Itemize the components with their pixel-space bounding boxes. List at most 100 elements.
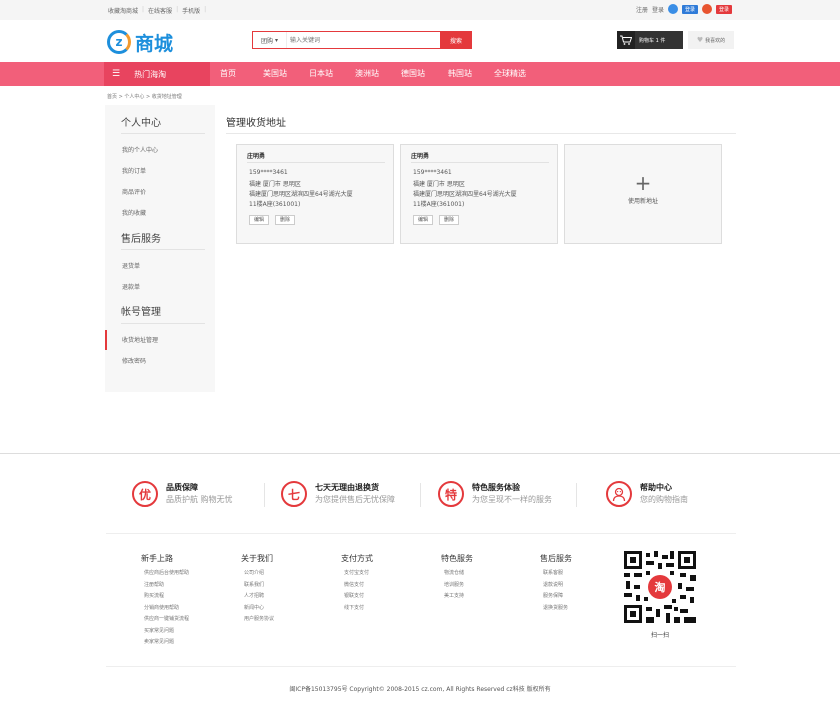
address-detail: 11楼A座(361001) [413,201,465,208]
footer-link[interactable]: 人才招聘 [244,591,274,603]
weibo-icon [701,4,712,14]
address-phone: 159****3461 [249,169,288,176]
footer-divider [106,666,736,667]
favorites-button[interactable]: ♥ 我喜欢的 [688,31,734,49]
sidebar-item-my-center[interactable]: 我的个人中心 [122,145,158,154]
sidebar-item-address[interactable]: 收货地址管理 [122,335,158,344]
page-title: 管理收货地址 [226,118,286,129]
edit-address-button[interactable]: 编辑 [413,215,434,225]
address-divider [411,162,549,163]
special-icon: 特 [438,481,464,507]
add-address-label: 使用新地址 [627,198,658,205]
copyright: 闽ICP备15013795号 Copyright© 2008-2015 cz.c… [289,686,551,693]
login-link[interactable]: 登录 [652,5,664,14]
footer-column-title: 售后服务 [540,554,572,563]
category-menu[interactable]: ☰ 热门海淘 [104,62,210,86]
footer-link[interactable]: 供应商一键铺货流程 [144,614,189,626]
search-box: 团购 ▾ 搜索 [252,31,472,49]
footer-link[interactable]: 退换货服务 [543,603,572,615]
sidebar: 个人中心 我的个人中心 我的订单 商品评价 我的收藏 售后服务 退货单 退款单 … [105,105,215,392]
category-label: 热门海淘 [134,69,167,79]
weibo-login-button[interactable]: 登录 [715,4,732,14]
delete-address-button[interactable]: 删除 [275,215,296,225]
address-detail: 11楼A座(361001) [249,201,301,208]
heart-icon: ♥ [696,36,704,44]
footer-link[interactable]: 用户服务协议 [244,614,274,626]
sidebar-item-refunds[interactable]: 退款单 [122,282,140,291]
footer-column-about: 关于我们 公司介绍 联系我们 人才招聘 新闻中心 用户服务协议 [241,553,274,626]
address-phone: 159****3461 [413,169,452,176]
footer-link[interactable]: 培训服务 [444,580,473,592]
service-divider [576,483,577,507]
favorite-site-link[interactable]: 收藏淘商城 [108,6,138,15]
service-subtitle: 为您提供售后无忧保障 [315,495,395,504]
delete-address-button[interactable]: 删除 [439,215,460,225]
footer-link[interactable]: 卖家常见问题 [144,637,189,649]
add-address-button[interactable]: + 使用新地址 [564,144,722,244]
nav-item-us[interactable]: 美国站 [263,62,287,86]
footer-link[interactable]: 购买流程 [144,591,189,603]
search-button[interactable]: 搜索 [440,31,472,49]
footer-link[interactable]: 新闻中心 [244,603,274,615]
address-name: 庄明勇 [411,153,430,160]
mobile-link[interactable]: 手机版 [182,6,200,15]
qr-code-icon: 淘 [624,551,696,623]
online-service-link[interactable]: 在线客服 [148,6,172,15]
footer-link[interactable]: 注册帮助 [144,580,189,592]
nav-item-germany[interactable]: 德国站 [401,62,425,86]
search-input[interactable] [287,32,440,48]
seven-days-icon: 七 [281,481,307,507]
address-card[interactable]: 庄明勇 159****3461 福建 厦门市 思明区 福建厦门思明区湖滨四里64… [400,144,558,244]
nav-item-korea[interactable]: 韩国站 [448,62,472,86]
sidebar-divider [121,133,205,134]
footer-link[interactable]: 物流仓储 [444,568,473,580]
footer-link[interactable]: 供应商后台使用帮助 [144,568,189,580]
logo-icon: z [107,30,131,54]
breadcrumb: 首页 > 个人中心 > 收货地址管理 [107,94,182,100]
footer-link[interactable]: 银联支付 [344,591,373,603]
address-card[interactable]: 庄明勇 159****3461 福建 厦门市 思明区 福建厦门思明区湖滨四里64… [236,144,394,244]
address-region: 福建 厦门市 思明区 [413,181,465,188]
site-logo[interactable]: z 商城 [107,27,187,57]
sidebar-item-returns[interactable]: 退货单 [122,261,140,270]
sidebar-item-reviews[interactable]: 商品评价 [122,187,146,196]
footer-column-title: 新手上路 [141,554,173,563]
footer-link[interactable]: 支付宝支付 [344,568,373,580]
sidebar-item-favorites[interactable]: 我的收藏 [122,208,146,217]
footer-link[interactable]: 线下支付 [344,603,373,615]
address-divider [247,162,385,163]
menu-icon: ☰ [112,69,121,79]
search-type-select[interactable]: 团购 ▾ [253,32,287,48]
qq-login-button[interactable]: 登录 [681,4,698,14]
sidebar-section-after-sale: 售后服务 [121,234,161,245]
footer-column-title: 关于我们 [241,554,273,563]
footer-link[interactable]: 分销商使用帮助 [144,603,189,615]
qr-center-text: 淘 [655,580,666,594]
sidebar-item-orders[interactable]: 我的订单 [122,166,146,175]
title-divider [226,133,736,134]
quality-icon: 优 [132,481,158,507]
footer-link[interactable]: 退款说明 [543,580,572,592]
sidebar-item-password[interactable]: 修改密码 [122,356,146,365]
sidebar-divider [121,323,205,324]
footer-link[interactable]: 服务保障 [543,591,572,603]
nav-item-japan[interactable]: 日本站 [309,62,333,86]
edit-address-button[interactable]: 编辑 [249,215,270,225]
footer-link[interactable]: 公司介绍 [244,568,274,580]
address-name: 庄明勇 [247,153,266,160]
nav-item-home[interactable]: 首页 [220,62,236,86]
footer-link[interactable]: 联系客服 [543,568,572,580]
sidebar-section-account: 帐号管理 [121,307,161,318]
register-link[interactable]: 注册 [636,5,648,14]
footer-link[interactable]: 买家常见问题 [144,626,189,638]
footer-link[interactable]: 微信支付 [344,580,373,592]
footer-link[interactable]: 美工支持 [444,591,473,603]
nav-item-global[interactable]: 全球精选 [494,62,526,86]
nav-item-australia[interactable]: 澳洲站 [355,62,379,86]
service-subtitle: 品质护航 购物无忧 [166,495,233,504]
cart-button[interactable]: 购物车 1 件 [617,31,683,49]
footer-link[interactable]: 联系我们 [244,580,274,592]
service-subtitle: 您的购物指南 [640,495,688,504]
favorites-label: 我喜欢的 [705,37,726,44]
footer-divider [106,533,736,534]
